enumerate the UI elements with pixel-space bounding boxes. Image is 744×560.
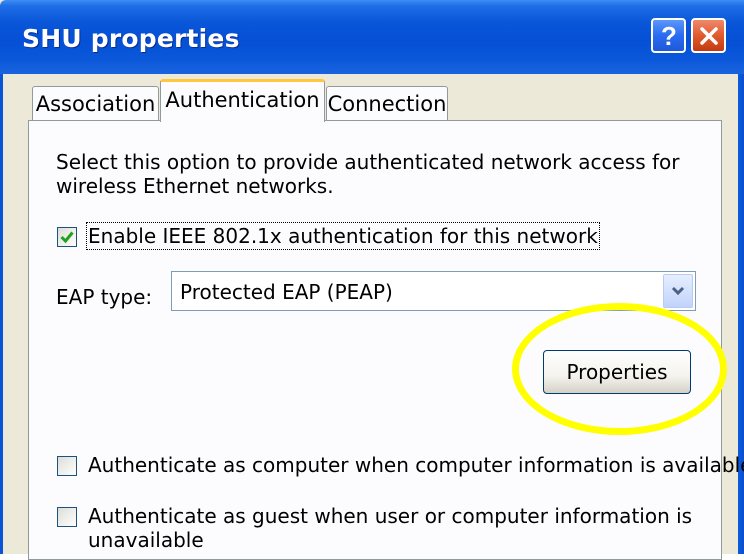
auth-as-computer-checkbox[interactable] (57, 456, 77, 476)
intro-line-1: Select this option to provide authentica… (56, 150, 680, 174)
auth-as-guest-label-line-2: unavailable (88, 528, 204, 552)
window-border-left (0, 74, 3, 554)
properties-button[interactable]: Properties (543, 350, 691, 394)
dropdown-button[interactable] (663, 274, 693, 308)
close-button[interactable] (691, 18, 726, 53)
auth-as-guest-label-line-1: Authenticate as guest when user or compu… (88, 504, 693, 528)
eap-type-label: EAP type: (56, 285, 153, 309)
window-border-right (738, 74, 744, 554)
intro-description: Select this option to provide authentica… (56, 150, 686, 198)
properties-dialog: SHU properties ? Association Authenticat… (0, 0, 744, 560)
tab-connection[interactable]: Connection (326, 86, 448, 120)
checkmark-icon (60, 231, 74, 244)
help-button[interactable]: ? (651, 18, 686, 53)
tab-label: Authentication (165, 88, 320, 112)
chevron-down-icon (671, 286, 685, 296)
title-bar[interactable]: SHU properties ? (0, 0, 744, 74)
intro-line-2: wireless Ethernet networks. (56, 174, 334, 198)
eap-type-select[interactable]: Protected EAP (PEAP) (171, 271, 696, 311)
enable-8021x-checkbox[interactable] (57, 227, 77, 247)
enable-8021x-label[interactable]: Enable IEEE 802.1x authentication for th… (86, 222, 600, 250)
auth-as-computer-label[interactable]: Authenticate as computer when computer i… (88, 453, 744, 477)
auth-as-guest-checkbox[interactable] (57, 507, 77, 527)
window-title: SHU properties (22, 24, 240, 53)
tab-label: Connection (327, 91, 447, 116)
help-icon: ? (661, 23, 677, 49)
eap-type-value: Protected EAP (PEAP) (180, 280, 393, 304)
close-icon (699, 26, 718, 45)
tab-label: Association (35, 91, 156, 116)
properties-button-label: Properties (566, 360, 668, 384)
tab-association[interactable]: Association (32, 86, 159, 120)
auth-as-guest-label[interactable]: Authenticate as guest when user or compu… (88, 504, 692, 552)
svg-text:?: ? (661, 23, 677, 49)
tab-authentication[interactable]: Authentication (160, 79, 325, 122)
